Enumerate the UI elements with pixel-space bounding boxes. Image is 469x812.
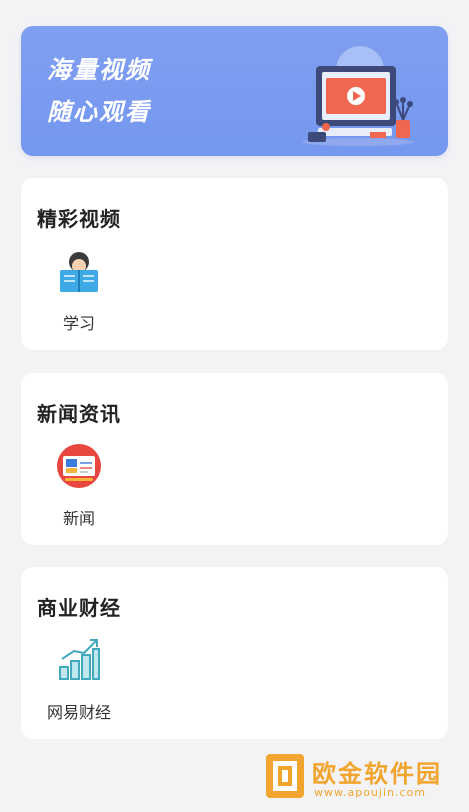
tile-label: 新闻 (62, 509, 95, 528)
section-title: 精彩视频 (37, 207, 121, 231)
bar-chart-growth-icon (59, 639, 100, 680)
section-title: 新闻资讯 (37, 402, 121, 426)
banner-line-1: 海量视频 (47, 56, 151, 84)
banner-line-2: 随心观看 (47, 98, 151, 126)
watermark-url: www.apoujin.com (314, 786, 426, 799)
tile-study[interactable]: 学习 (37, 248, 121, 336)
section-card-news: 新闻资讯 新闻 (21, 373, 448, 545)
tile-news[interactable]: 新闻 (37, 443, 121, 531)
section-card-videos: 精彩视频 学习 (21, 178, 448, 350)
news-board-icon (57, 444, 101, 488)
watermark-title: 欧金软件园 (312, 760, 442, 788)
reading-student-icon (60, 252, 98, 292)
section-card-finance: 商业财经 网易财经 (21, 567, 448, 739)
tile-label: 学习 (62, 314, 95, 333)
video-illustration-icon (302, 46, 414, 146)
apoujin-logo-icon (266, 754, 304, 798)
tile-netease-finance[interactable]: 网易财经 (37, 637, 121, 725)
tile-label: 网易财经 (46, 703, 111, 722)
site-watermark: 欧金软件园 www.apoujin.com (264, 752, 459, 804)
section-title: 商业财经 (37, 596, 121, 620)
promo-banner[interactable]: 海量视频 随心观看 (21, 26, 448, 156)
